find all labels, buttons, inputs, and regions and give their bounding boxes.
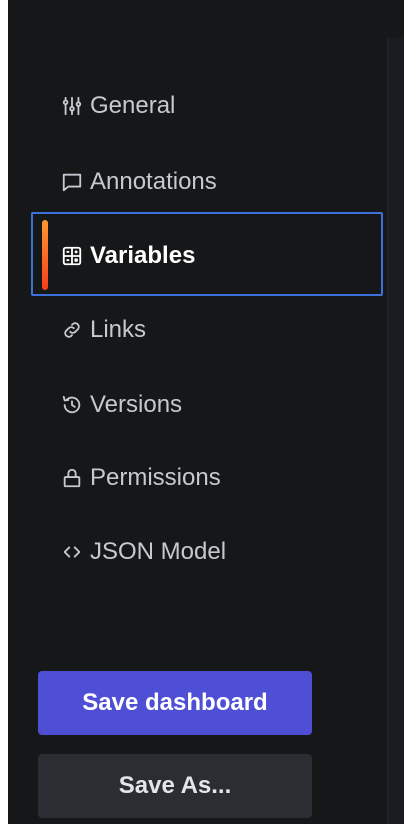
sidebar-item-label: Permissions (90, 464, 221, 491)
dashboard-settings-sidebar: General Annotations Variables Links Vers… (8, 0, 404, 824)
save-as-button[interactable]: Save As... (38, 754, 312, 818)
content-panel-edge (387, 38, 404, 824)
active-item-indicator (42, 220, 48, 290)
sidebar-item-links[interactable]: Links (60, 310, 146, 350)
link-icon (60, 318, 84, 342)
sidebar-item-label: Links (90, 316, 147, 343)
sliders-icon (60, 94, 84, 118)
sidebar-item-label: JSON Model (90, 538, 227, 565)
sidebar-item-label: Annotations (90, 168, 217, 195)
sidebar-item-general[interactable]: General (60, 86, 175, 126)
sidebar-item-annotations[interactable]: Annotations (60, 162, 217, 202)
lock-icon (60, 466, 84, 490)
active-item-focus-outline (31, 212, 383, 296)
sidebar-item-permissions[interactable]: Permissions (60, 458, 221, 498)
sidebar-item-json-model[interactable]: JSON Model (60, 532, 226, 572)
code-icon (60, 540, 84, 564)
sidebar-item-versions[interactable]: Versions (60, 385, 182, 425)
save-dashboard-button[interactable]: Save dashboard (38, 671, 312, 735)
comment-icon (60, 170, 84, 194)
sidebar-item-label: Versions (90, 391, 183, 418)
sidebar-item-label: General (90, 92, 176, 119)
history-icon (60, 393, 84, 417)
